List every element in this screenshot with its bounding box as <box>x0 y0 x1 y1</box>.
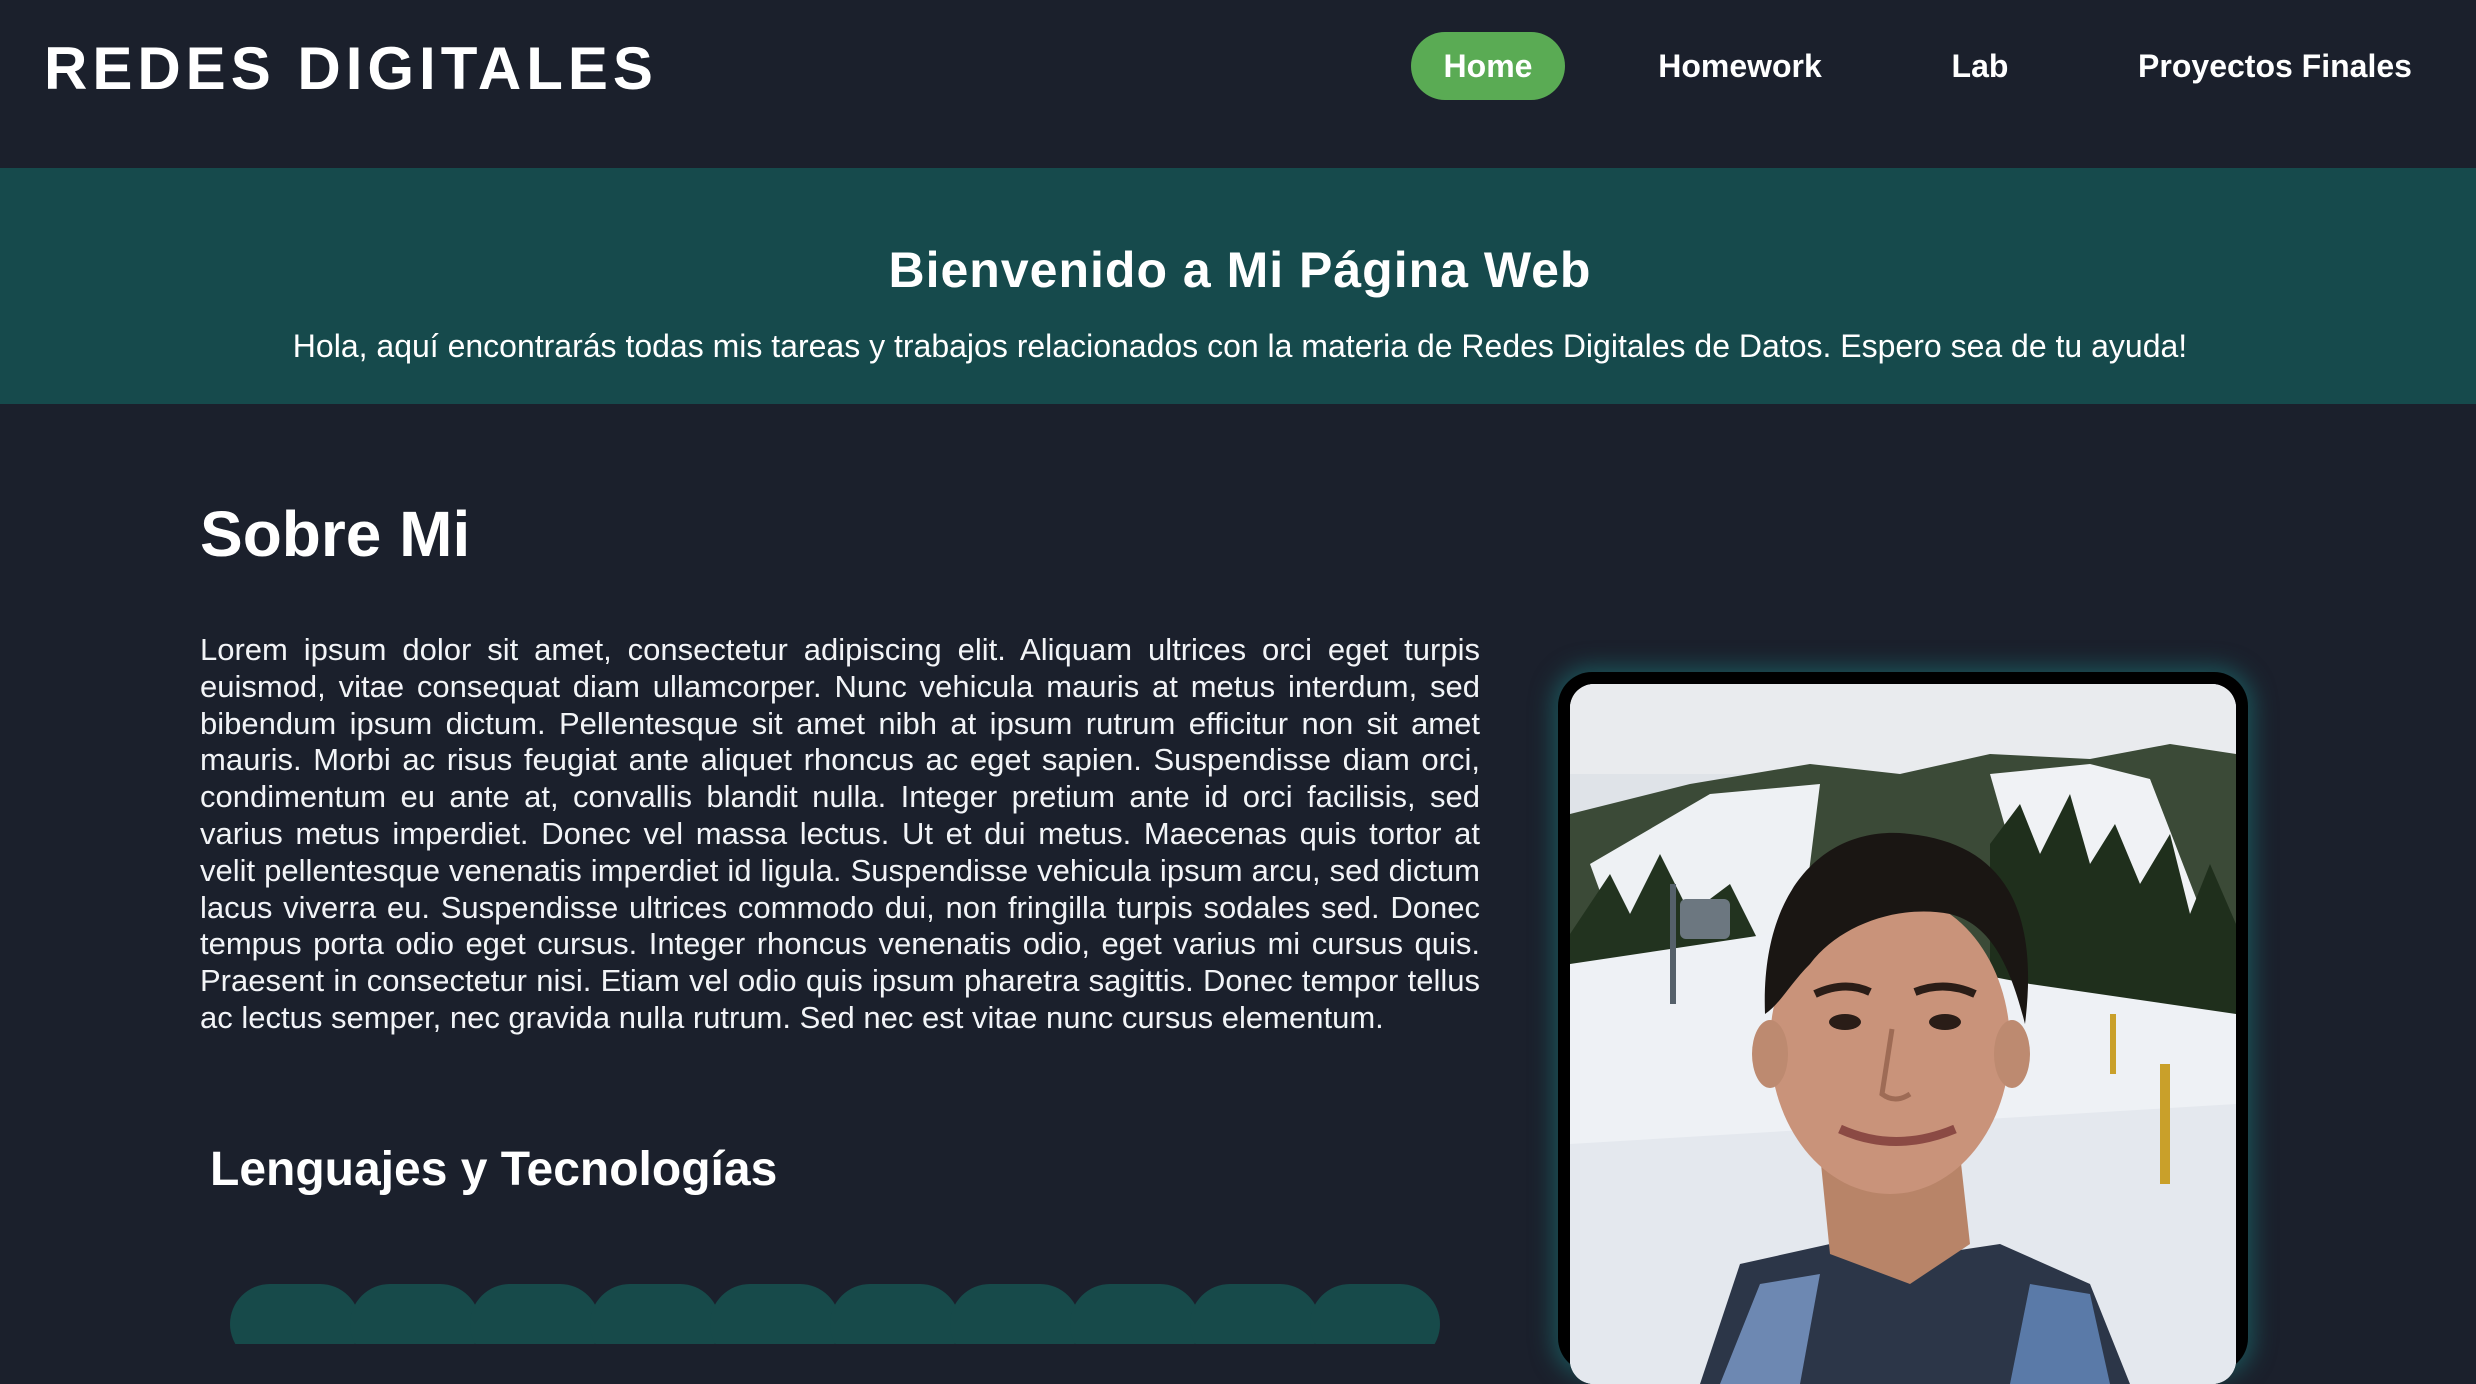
tech-item[interactable] <box>1070 1284 1200 1344</box>
nav-lab[interactable]: Lab <box>1930 32 2030 100</box>
about-title: Sobre Mi <box>200 498 471 570</box>
nav-home[interactable]: Home <box>1411 32 1565 100</box>
tech-item[interactable] <box>470 1284 600 1344</box>
profile-photo <box>1570 684 2236 1384</box>
tech-carousel <box>230 1284 1440 1344</box>
nav-homework[interactable]: Homework <box>1640 32 1840 100</box>
hero-subtitle: Hola, aquí encontrarás todas mis tareas … <box>292 328 2188 364</box>
hero-banner: Bienvenido a Mi Página Web Hola, aquí en… <box>0 168 2476 404</box>
tech-section-title: Lenguajes y Tecnologías <box>210 1143 778 1196</box>
tech-item[interactable] <box>710 1284 840 1344</box>
tech-item[interactable] <box>590 1284 720 1344</box>
tech-item[interactable] <box>230 1284 360 1344</box>
profile-photo-frame <box>1558 672 2248 1384</box>
navbar: REDES DIGITALES Home Homework Lab Proyec… <box>0 0 2476 168</box>
nav-proyectos-finales[interactable]: Proyectos Finales <box>2120 32 2430 100</box>
nav-menu: Home Homework Lab Proyectos Finales <box>0 32 2476 102</box>
tech-item[interactable] <box>950 1284 1080 1344</box>
tech-item[interactable] <box>830 1284 960 1344</box>
portrait-photo-illustration <box>1570 684 2236 1384</box>
about-text: Lorem ipsum dolor sit amet, consectetur … <box>200 632 1480 1035</box>
tech-item[interactable] <box>1310 1284 1440 1344</box>
hero-title: Bienvenido a Mi Página Web <box>888 242 1592 298</box>
tech-item[interactable] <box>350 1284 480 1344</box>
tech-item[interactable] <box>1190 1284 1320 1344</box>
